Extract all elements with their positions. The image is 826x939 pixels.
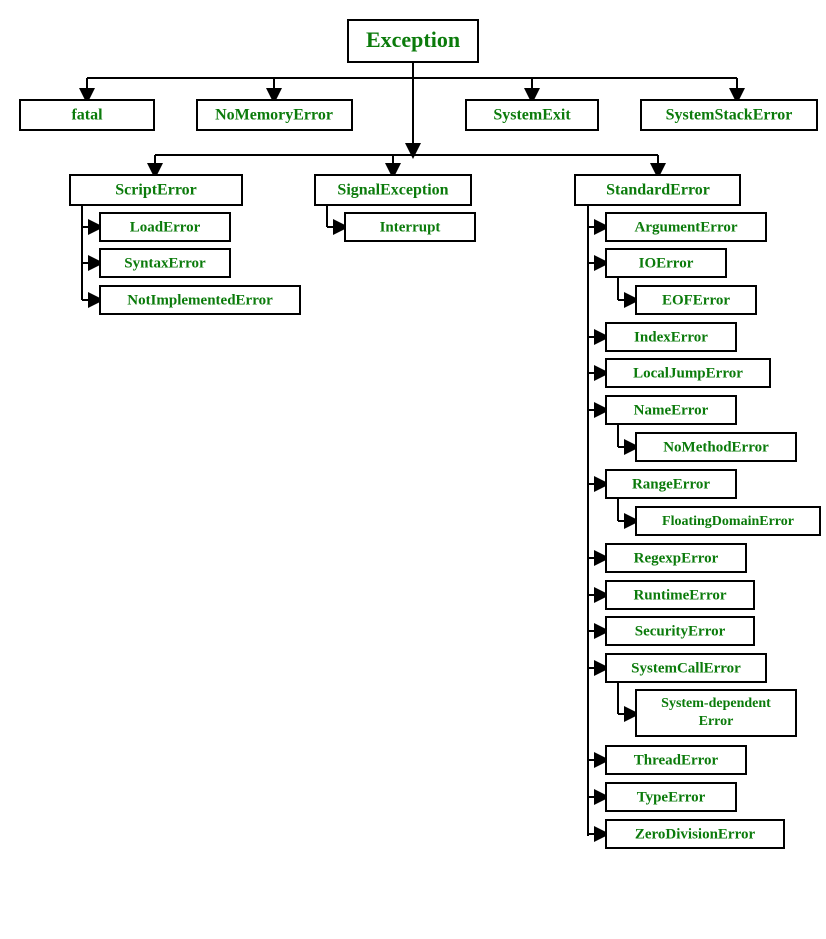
node-systemexit: SystemExit [466,100,598,130]
node-interrupt: Interrupt [345,213,475,241]
label-ioerror: IOError [639,255,694,271]
node-threaderror: ThreadError [606,746,746,774]
node-loaderror: LoadError [100,213,230,241]
node-notimplementederror: NotImplementedError [100,286,300,314]
label-regexperror: RegexpError [634,550,719,566]
node-securityerror: SecurityError [606,617,754,645]
node-floatingdomainerror: FloatingDomainError [636,507,820,535]
node-signalexception: SignalException [315,175,471,205]
node-typeerror: TypeError [606,783,736,811]
node-regexperror: RegexpError [606,544,746,572]
label-runtimeerror: RuntimeError [633,587,726,603]
label-threaderror: ThreadError [634,752,719,768]
node-standarderror: StandardError [575,175,740,205]
label-syntaxerror: SyntaxError [124,255,206,271]
label-systemstackerror: SystemStackError [666,107,793,124]
node-systemdependenterror: System-dependent Error [636,690,796,736]
node-fatal: fatal [20,100,154,130]
label-indexerror: IndexError [634,329,708,345]
label-notimplementederror: NotImplementedError [127,292,273,308]
node-nomemoryerror: NoMemoryError [197,100,352,130]
node-scripterror: ScriptError [70,175,242,205]
node-nomethoderror: NoMethodError [636,433,796,461]
node-exception: Exception [348,20,478,62]
label-systemcallerror: SystemCallError [631,660,741,676]
label-scripterror: ScriptError [115,182,196,199]
label-securityerror: SecurityError [635,623,726,639]
label-interrupt: Interrupt [380,219,441,235]
label-floatingdomainerror: FloatingDomainError [662,514,794,529]
node-syntaxerror: SyntaxError [100,249,230,277]
node-localjumperror: LocalJumpError [606,359,770,387]
node-systemstackerror: SystemStackError [641,100,817,130]
label-localjumperror: LocalJumpError [633,365,743,381]
label-exception: Exception [366,27,460,52]
label-argumenterror: ArgumentError [634,219,737,235]
node-argumenterror: ArgumentError [606,213,766,241]
label-typeerror: TypeError [637,789,706,805]
label-systemdependent-line1: System-dependent [661,696,771,711]
label-nomemoryerror: NoMemoryError [215,107,333,124]
label-eoferror: EOFError [662,292,730,308]
node-indexerror: IndexError [606,323,736,351]
label-nameerror: NameError [634,402,709,418]
node-ioerror: IOError [606,249,726,277]
node-eoferror: EOFError [636,286,756,314]
label-fatal: fatal [71,107,103,124]
node-runtimeerror: RuntimeError [606,581,754,609]
node-zerodivisionerror: ZeroDivisionError [606,820,784,848]
label-nomethoderror: NoMethodError [663,439,769,455]
exception-hierarchy-diagram: Exception fatal NoMemoryError SystemExit… [0,0,826,939]
node-rangeerror: RangeError [606,470,736,498]
label-systemexit: SystemExit [493,107,571,124]
label-loaderror: LoadError [130,219,201,235]
label-systemdependent-line2: Error [699,714,734,729]
label-signalexception: SignalException [337,182,448,199]
node-systemcallerror: SystemCallError [606,654,766,682]
label-standarderror: StandardError [606,182,710,199]
label-rangeerror: RangeError [632,476,710,492]
label-zerodivisionerror: ZeroDivisionError [635,826,756,842]
node-nameerror: NameError [606,396,736,424]
